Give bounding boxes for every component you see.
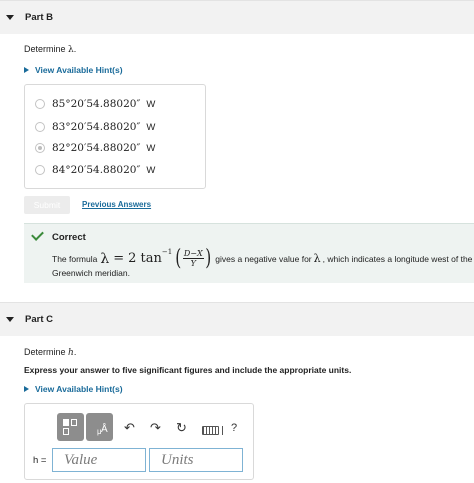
part-c-instruction: Express your answer to five significant … xyxy=(24,365,352,375)
prompt-text: Determine xyxy=(24,347,69,357)
redo-icon[interactable]: ↷ xyxy=(150,420,161,436)
formula-lambda: λ xyxy=(100,250,110,267)
feedback-middle: gives a negative value for xyxy=(215,253,312,264)
help-icon[interactable]: ? xyxy=(231,422,237,434)
option-direction: W xyxy=(146,164,156,176)
feedback-line-2: Greenwich meridian. xyxy=(52,268,130,278)
radio-button[interactable] xyxy=(35,122,45,132)
right-paren: ) xyxy=(204,246,211,271)
prompt-text: Determine xyxy=(24,44,69,54)
hint-label[interactable]: View Available Hint(s) xyxy=(35,65,123,75)
undo-icon[interactable]: ↶ xyxy=(124,420,135,436)
part-b-hints-toggle[interactable]: View Available Hint(s) xyxy=(24,65,123,75)
previous-answers-link[interactable]: Previous Answers xyxy=(82,200,151,209)
units-button[interactable]: μ Å xyxy=(86,413,113,441)
template-square-icon xyxy=(63,419,69,426)
left-paren: ( xyxy=(175,246,182,271)
part-c-title: Part C xyxy=(25,314,53,325)
answer-label: h = xyxy=(33,455,47,466)
keyboard-icon[interactable] xyxy=(202,426,219,435)
expand-triangle-icon xyxy=(24,386,29,392)
part-c-header[interactable]: Part C xyxy=(0,302,474,336)
prompt-period: . xyxy=(73,44,77,54)
radio-button[interactable] xyxy=(35,165,45,175)
part-c-hints-toggle[interactable]: View Available Hint(s) xyxy=(24,384,123,394)
option-4[interactable]: 84°20′54.88020″ W xyxy=(35,164,155,176)
reset-icon[interactable]: ↻ xyxy=(176,420,187,436)
radio-button[interactable] xyxy=(35,99,45,109)
option-value: 85°20′54.88020″ xyxy=(52,98,141,110)
part-c-prompt: Determine h. xyxy=(24,347,76,358)
collapse-caret-icon[interactable] xyxy=(6,317,14,322)
template-square-icon xyxy=(71,419,77,426)
checkmark-icon xyxy=(31,228,44,241)
part-b-title: Part B xyxy=(25,12,53,23)
option-1[interactable]: 85°20′54.88020″ W xyxy=(35,98,155,110)
keyboard-divider xyxy=(222,426,223,435)
option-value: 84°20′54.88020″ xyxy=(52,164,141,176)
option-2[interactable]: 83°20′54.88020″ W xyxy=(35,121,155,133)
option-direction: W xyxy=(146,142,156,154)
feedback-correct-box: Correct The formula λ = 2 tan −1 ( D−X Y… xyxy=(24,223,474,283)
formula-exponent: −1 xyxy=(161,247,173,256)
radio-button-selected[interactable] xyxy=(35,143,45,153)
part-b-prompt: Determine λ. xyxy=(24,44,76,55)
option-direction: W xyxy=(146,121,156,133)
option-value: 83°20′54.88020″ xyxy=(52,121,141,133)
angstrom-label: Å xyxy=(101,424,108,435)
feedback-suffix: , which indicates a longitude west of th… xyxy=(322,253,473,264)
formula-function: 2 tan xyxy=(128,251,162,266)
units-input[interactable]: Units xyxy=(149,448,243,472)
hint-label[interactable]: View Available Hint(s) xyxy=(35,384,123,394)
fraction-numerator: D−X xyxy=(182,249,204,259)
option-3[interactable]: 82°20′54.88020″ W xyxy=(35,142,155,154)
formula-equals: = xyxy=(113,251,125,266)
feedback-prefix: The formula xyxy=(52,253,98,264)
feedback-title: Correct xyxy=(52,232,86,243)
expand-triangle-icon xyxy=(24,67,29,73)
collapse-caret-icon[interactable] xyxy=(6,15,14,20)
prompt-period: . xyxy=(73,347,77,357)
feedback-lambda: λ xyxy=(313,252,321,265)
part-b-header[interactable]: Part B xyxy=(0,0,474,34)
option-value: 82°20′54.88020″ xyxy=(52,142,141,154)
formula-fraction: D−X Y xyxy=(182,249,204,268)
option-direction: W xyxy=(146,98,156,110)
answer-options: 85°20′54.88020″ W 83°20′54.88020″ W 82°2… xyxy=(24,84,206,189)
value-input[interactable]: Value xyxy=(52,448,146,472)
submit-button[interactable]: Submit xyxy=(24,196,70,214)
templates-button[interactable] xyxy=(57,413,84,441)
template-square-icon xyxy=(63,428,69,435)
answer-editor: μ Å ↶ ↷ ↻ ? h = Value Units xyxy=(24,403,254,480)
fraction-denominator: Y xyxy=(190,259,196,268)
